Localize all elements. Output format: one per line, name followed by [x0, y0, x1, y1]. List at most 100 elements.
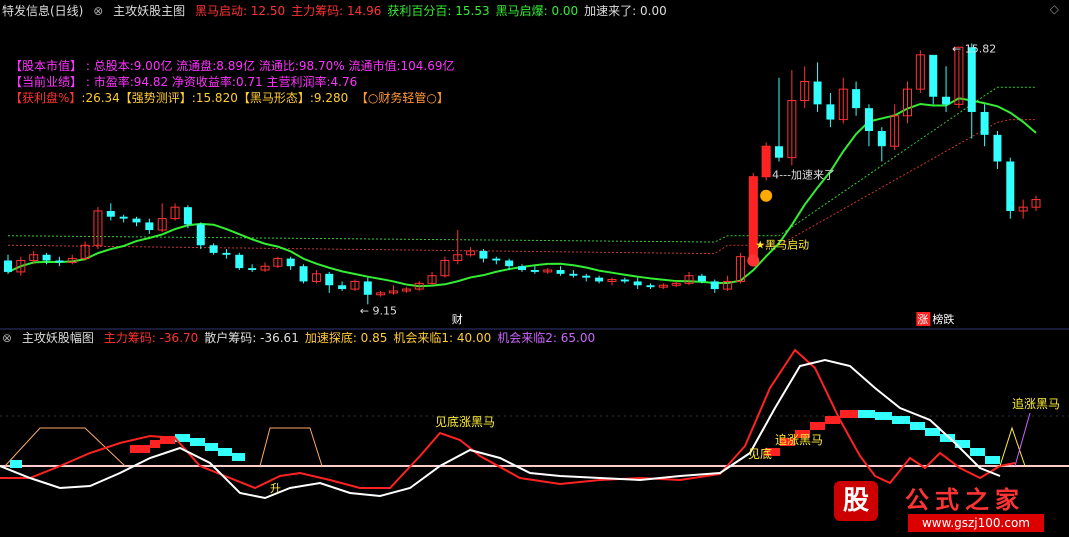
- candle-body: [813, 81, 822, 105]
- zhang-label: 涨: [917, 313, 928, 326]
- candle-body: [864, 108, 873, 132]
- sub-label-3: 见底: [748, 446, 772, 461]
- candle-body: [967, 47, 976, 112]
- sub-header-value-3: 机会来临1: 40.00: [393, 331, 492, 345]
- brand-name: 公式之家: [905, 485, 1025, 514]
- candle-body: [929, 54, 938, 97]
- candle-body: [363, 281, 372, 295]
- main-header-value-1: 主力筹码: 14.96: [291, 4, 382, 18]
- candle-body: [209, 245, 218, 253]
- candle-body: [479, 250, 488, 259]
- signal-block: [10, 460, 22, 468]
- candle-body: [235, 254, 244, 269]
- candle-body: [993, 134, 1002, 162]
- sub-header-value-2: 加速探底: 0.85: [304, 331, 388, 345]
- candle-body: [556, 270, 565, 274]
- signal-block: [218, 448, 232, 456]
- candle-body: [42, 254, 51, 261]
- start-icon: [747, 254, 760, 267]
- candle-body: [492, 258, 501, 261]
- candle-body: [299, 266, 308, 282]
- signal-block: [150, 440, 160, 448]
- candle-body: [710, 281, 719, 290]
- candle-body: [582, 275, 591, 278]
- main-chart-header: 特发信息(日线) ⊗ 主攻妖股主图 黑马启动: 12.50 主力筹码: 14.96…: [0, 1, 679, 21]
- candle-body: [248, 268, 257, 271]
- signal-block: [858, 410, 875, 418]
- candle-body: [286, 258, 295, 267]
- trapezoid-signal: [259, 427, 323, 467]
- candle-body: [877, 131, 886, 147]
- sub-header-value-4: 机会来临2: 65.00: [497, 331, 596, 345]
- candle-body: [106, 210, 115, 217]
- candle-body: [775, 146, 783, 158]
- candle-body: [569, 273, 578, 276]
- signal-block: [205, 443, 218, 451]
- logo-badge: 股: [834, 481, 878, 521]
- signal-block: [875, 412, 892, 420]
- signal-block: [810, 422, 825, 430]
- signal-block: [892, 416, 910, 424]
- signal-block: [840, 410, 858, 418]
- candlestick-chart[interactable]: ← 15.82 ← 9.15 4---加速来了 ★黑马启动财 涨榜跌: [0, 20, 1069, 330]
- signal-block: [910, 422, 925, 430]
- candle-body: [530, 270, 539, 272]
- candle-body: [183, 207, 192, 225]
- main-header-value-3: 黑马启爆: 0.00: [495, 4, 579, 18]
- sub-header-value-0: 主力筹码: -36.70: [103, 331, 199, 345]
- sub-header-value-1: 散户筹码: -36.61: [204, 331, 299, 345]
- candle-body: [4, 260, 12, 272]
- main-header-value-2: 获利百分百: 15.53: [387, 4, 490, 18]
- breakout-candle: [762, 146, 771, 177]
- sub-label-5: 升: [270, 482, 281, 495]
- candle-body: [697, 275, 706, 282]
- window-title[interactable]: 特发信息(日线): [2, 4, 83, 18]
- candle-body: [132, 218, 141, 223]
- high-price-label: ← 15.82: [952, 42, 996, 55]
- ma-mid-green: [7, 97, 1037, 288]
- collapse-icon[interactable]: ◇: [1050, 2, 1059, 16]
- main-header-value-0: 黑马启动: 12.50: [194, 4, 286, 18]
- sub-label-2: 追涨黑马: [775, 432, 823, 447]
- start-label: ★黑马启动: [755, 239, 809, 252]
- sub-indicator-name[interactable]: 主攻妖股幅图: [22, 331, 94, 345]
- accel-icon: [760, 189, 773, 202]
- brand-logo: 股: [826, 477, 886, 527]
- brand-url[interactable]: www.gszj100.com: [908, 514, 1044, 532]
- cai-label: 财: [452, 312, 463, 326]
- sub-settings-icon[interactable]: ⊗: [2, 331, 12, 345]
- plunge-label: 榜跌: [932, 312, 954, 326]
- sub-chart-header: ⊗ 主攻妖股幅图 主力筹码: -36.70 散户筹码: -36.61 加速探底: 0…: [0, 328, 607, 348]
- candle-body: [196, 224, 205, 246]
- candle-body: [646, 285, 655, 288]
- candle-body: [222, 252, 231, 255]
- accel-label: 4---加速来了: [772, 169, 835, 182]
- candle-body: [145, 222, 154, 231]
- candle-body: [595, 277, 604, 282]
- candle-body: [620, 279, 629, 282]
- settings-icon[interactable]: ⊗: [93, 4, 103, 18]
- sub-label-1: 见底涨黑马: [435, 414, 495, 429]
- candle-body: [325, 273, 334, 286]
- sub-label-4: 追涨黑马: [1012, 396, 1060, 411]
- signal-block: [232, 453, 245, 461]
- signal-block: [925, 428, 940, 436]
- candle-body: [980, 111, 989, 135]
- signal-block: [130, 445, 150, 453]
- low-price-label: ← 9.15: [360, 304, 397, 317]
- candle-body: [55, 260, 64, 263]
- candle-body: [633, 281, 642, 286]
- main-indicator-name[interactable]: 主攻妖股主图: [113, 4, 185, 18]
- candle-body: [852, 89, 861, 109]
- candle-body: [942, 96, 951, 105]
- main-chip-line: [0, 348, 1016, 490]
- chance-line-1: [999, 426, 1026, 467]
- candle-body: [826, 104, 835, 120]
- signal-block: [970, 448, 985, 456]
- signal-block: [985, 456, 1000, 464]
- signal-block: [190, 438, 205, 446]
- candle-body: [119, 216, 128, 219]
- candle-body: [505, 260, 514, 267]
- candle-body: [1006, 161, 1015, 211]
- main-header-value-4: 加速来了: 0.00: [584, 4, 667, 18]
